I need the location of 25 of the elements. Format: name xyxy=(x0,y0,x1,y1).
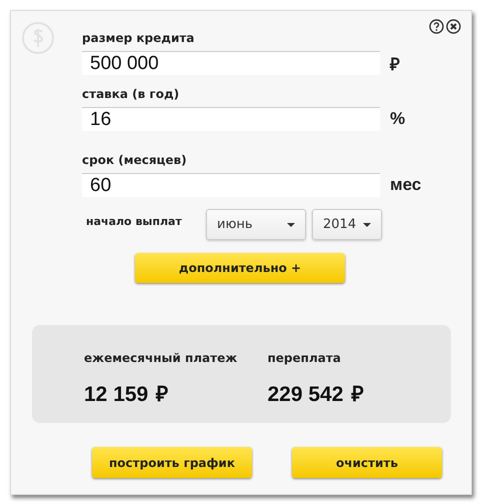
dropdown-arrow-icon xyxy=(287,222,295,226)
build-schedule-button[interactable]: построить график xyxy=(92,447,252,478)
currency-sign: ₽ xyxy=(156,382,168,407)
unit-label: мес xyxy=(390,175,422,195)
result-value: 12 159 xyxy=(84,383,148,407)
result-value: 229 542 xyxy=(268,383,344,407)
unit-label: ₽ xyxy=(390,54,400,74)
clear-button[interactable]: очистить xyxy=(292,447,442,478)
field-label: размер кредита xyxy=(82,31,196,45)
help-icon[interactable] xyxy=(429,19,444,34)
result-label: ежемесячный платеж xyxy=(84,351,238,365)
input-field[interactable]: 16 xyxy=(82,107,380,131)
month-dropdown[interactable]: июнь xyxy=(206,209,306,240)
input-field[interactable]: 60 xyxy=(82,173,380,197)
field-label: начало выплат xyxy=(86,214,183,228)
field-label: срок (месяцев) xyxy=(82,153,188,167)
input-field[interactable]: 500 000 xyxy=(82,51,380,75)
year-dropdown[interactable]: 2014 xyxy=(312,209,382,240)
result-label: переплата xyxy=(268,351,342,365)
currency-sign: ₽ xyxy=(351,382,364,407)
unit-label: % xyxy=(390,109,406,129)
dropdown-arrow-icon xyxy=(363,222,371,226)
field-label: ставка (в год) xyxy=(82,87,180,101)
close-icon[interactable] xyxy=(446,19,461,34)
more-options-button[interactable]: дополнительно + xyxy=(135,253,345,283)
